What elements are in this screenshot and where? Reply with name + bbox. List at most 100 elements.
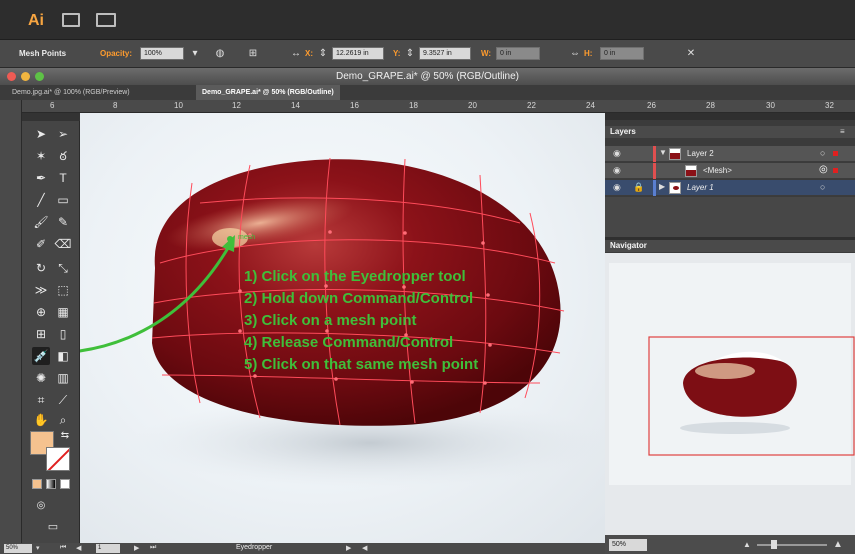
type-tool[interactable]: T: [54, 169, 72, 187]
shape-builder-tool[interactable]: ⊕: [32, 303, 50, 321]
transform-reference-icon[interactable]: ↔: [290, 48, 302, 59]
x-stepper[interactable]: ⇕: [318, 48, 328, 59]
eraser-tool[interactable]: ⌫: [54, 235, 72, 253]
isolate-selection-icon[interactable]: ✕: [685, 48, 697, 59]
free-transform-tool[interactable]: ⬚: [54, 281, 72, 299]
panel-dock-header[interactable]: [605, 113, 855, 120]
navigator-preview[interactable]: [605, 253, 855, 535]
expand-triangle-icon[interactable]: ▶: [659, 182, 665, 191]
blob-brush-tool[interactable]: ✐: [32, 235, 50, 253]
pencil-tool[interactable]: ✎: [54, 213, 72, 231]
layer-row-layer-2[interactable]: ◉ ▼ Layer 2 ○: [605, 146, 855, 162]
y-stepper[interactable]: ⇕: [405, 48, 415, 59]
artboard-canvas[interactable]: mesh 1) Click on the Eyedropper tool 2) …: [80, 113, 605, 543]
align-icon[interactable]: ⊞: [247, 48, 259, 59]
tab-demo-jpg[interactable]: Demo.jpg.ai* @ 100% (RGB/Preview): [6, 85, 136, 100]
navigator-zoom-field[interactable]: 50%: [609, 539, 647, 551]
navigator-panel-tab[interactable]: Navigator: [605, 240, 855, 252]
layers-panel-empty: [605, 197, 855, 237]
gradient-tool[interactable]: ▯: [54, 325, 72, 343]
arrange-documents-icon[interactable]: [96, 13, 116, 27]
layer-name[interactable]: Layer 2: [687, 149, 714, 158]
lasso-tool[interactable]: ఠ: [54, 147, 72, 165]
next-artboard-icon[interactable]: ▶: [134, 544, 139, 552]
expand-triangle-icon[interactable]: ▼: [659, 148, 667, 157]
target-circle-icon[interactable]: ○: [820, 182, 825, 192]
artboard-tool[interactable]: ⌗: [32, 391, 50, 409]
previous-artboard-icon[interactable]: ◀: [76, 544, 81, 552]
layers-panel-tab[interactable]: Layers: [605, 126, 855, 138]
zoom-slider[interactable]: [757, 544, 827, 546]
paintbrush-tool[interactable]: 🖌: [32, 213, 50, 231]
selection-indicator[interactable]: [833, 168, 838, 173]
vertical-ruler[interactable]: [0, 100, 22, 543]
eyedropper-icon: 💉: [33, 349, 49, 363]
zoom-dropdown-icon[interactable]: ▾: [36, 544, 40, 552]
screen-mode-icon[interactable]: ▭: [42, 518, 64, 536]
w-field[interactable]: 0 in: [496, 47, 540, 60]
slice-tool[interactable]: ⟋: [54, 391, 72, 409]
zoom-tool[interactable]: ⌕: [54, 411, 72, 429]
width-tool[interactable]: ≫: [32, 281, 50, 299]
draw-mode-icon[interactable]: ◎: [32, 497, 50, 515]
eyedropper-tool[interactable]: 💉: [32, 347, 50, 365]
column-graph-tool[interactable]: ▥: [54, 369, 72, 387]
symbol-sprayer-tool[interactable]: ✺: [32, 369, 50, 387]
x-field[interactable]: 12.2619 in: [332, 47, 384, 60]
target-circle-icon[interactable]: ○: [820, 148, 825, 158]
instruction-step-4: 4) Release Command/Control: [244, 334, 453, 351]
visibility-eye-icon[interactable]: ◉: [613, 148, 621, 159]
tab-demo-grape[interactable]: Demo_GRAPE.ai* @ 50% (RGB/Outline): [196, 85, 340, 100]
lock-icon[interactable]: 🔒: [633, 182, 644, 193]
first-artboard-icon[interactable]: ⏮: [60, 544, 66, 552]
opacity-label[interactable]: Opacity:: [100, 49, 132, 58]
layer-row-layer-1[interactable]: ◉ 🔒 ▶ Layer 1 ○: [605, 180, 855, 196]
instruction-step-1: 1) Click on the Eyedropper tool: [244, 268, 466, 285]
h-field[interactable]: 0 in: [600, 47, 644, 60]
opacity-dropdown-icon[interactable]: ▾: [189, 48, 201, 59]
stroke-swatch[interactable]: [46, 447, 70, 471]
selection-indicator[interactable]: [833, 151, 838, 156]
blend-tool[interactable]: ◧: [54, 347, 72, 365]
perspective-grid-tool[interactable]: ▦: [54, 303, 72, 321]
pen-tool[interactable]: ✒: [32, 169, 50, 187]
layer-name[interactable]: Layer 1: [687, 183, 714, 192]
zoom-level-field[interactable]: 50%: [4, 544, 32, 553]
scroll-left-icon[interactable]: ◀: [362, 544, 367, 552]
zoom-in-icon[interactable]: ▲: [833, 539, 843, 550]
tools-panel-header[interactable]: [22, 113, 80, 121]
horizontal-ruler-right[interactable]: 26 28 30 32: [605, 100, 855, 113]
target-selected-icon[interactable]: ◎: [819, 164, 828, 175]
magic-wand-tool[interactable]: ✶: [32, 147, 50, 165]
rotate-tool[interactable]: ↻: [32, 259, 50, 277]
constrain-proportions-icon[interactable]: ⇔: [569, 48, 581, 59]
line-tool[interactable]: ╱: [32, 191, 50, 209]
opacity-field[interactable]: 100%: [140, 47, 184, 60]
tools-panel: ➤ ➢ ✶ ఠ ✒ T ╱ ▭ 🖌 ✎ ✐ ⌫ ↻ ⤡ ≫ ⬚ ⊕ ▦ ⊞ ▯ …: [22, 113, 80, 543]
app-logo: Ai: [28, 12, 44, 29]
panel-menu-icon[interactable]: ≡: [840, 127, 850, 137]
visibility-eye-icon[interactable]: ◉: [613, 182, 621, 193]
swap-fill-stroke-icon[interactable]: ⇆: [58, 429, 72, 443]
last-artboard-icon[interactable]: ⏭: [150, 544, 156, 552]
visibility-eye-icon[interactable]: ◉: [613, 165, 621, 176]
direct-selection-tool[interactable]: ➢: [54, 125, 72, 143]
artboard-number-field[interactable]: 1: [96, 544, 120, 553]
hand-tool[interactable]: ✋: [32, 411, 50, 429]
recolor-artwork-icon[interactable]: ◍: [214, 48, 226, 59]
y-field[interactable]: 9.3527 in: [419, 47, 471, 60]
selection-tool[interactable]: ➤: [32, 125, 50, 143]
zoom-out-icon[interactable]: ▲: [743, 540, 751, 549]
bridge-icon[interactable]: [62, 13, 80, 27]
horizontal-ruler[interactable]: 6 8 10 12 14 16 18 20 22 24: [22, 100, 605, 113]
layer-name[interactable]: <Mesh>: [703, 166, 732, 175]
status-menu-icon[interactable]: ▶: [346, 544, 351, 552]
zoom-slider-thumb[interactable]: [771, 540, 777, 549]
mesh-tool[interactable]: ⊞: [32, 325, 50, 343]
gradient-mode-icon[interactable]: [46, 479, 56, 489]
layer-row-mesh[interactable]: ◉ <Mesh> ◎: [605, 163, 855, 179]
scale-tool[interactable]: ⤡: [54, 259, 72, 277]
none-mode-icon[interactable]: [60, 479, 70, 489]
rectangle-tool[interactable]: ▭: [54, 191, 72, 209]
color-mode-icon[interactable]: [32, 479, 42, 489]
